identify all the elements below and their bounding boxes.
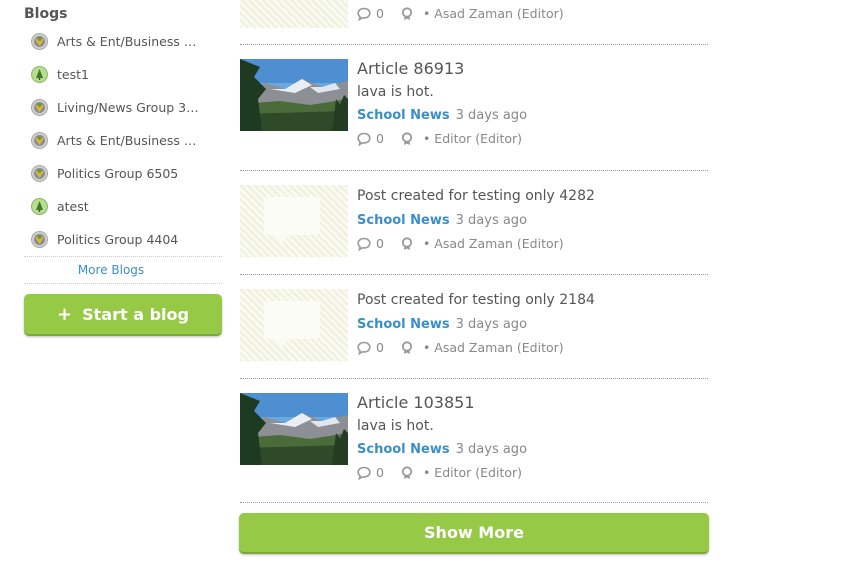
post-item: Article 86913 lava is hot. School News 3 … [240,59,708,159]
post-time: 3 days ago [455,317,528,332]
post-thumbnail-photo[interactable] [240,393,348,465]
post-category-link[interactable]: School News [357,442,450,457]
sidebar-blog-item[interactable]: Living/News Group 3… [31,97,221,117]
comment-count: 0 [376,6,384,21]
award-icon[interactable] [400,465,414,480]
comment-icon[interactable] [357,7,371,21]
award-icon[interactable] [400,340,414,355]
comment-count: 0 [376,465,384,480]
tree-badge-icon [31,65,48,83]
post-thumbnail-placeholder[interactable] [240,0,348,28]
sidebar-title: Blogs [24,6,68,22]
post-meta: School News 3 days ago [357,317,527,332]
post-thumbnail-placeholder[interactable] [240,185,348,257]
comment-icon[interactable] [357,466,371,480]
post-time: 3 days ago [455,213,528,228]
group-badge-icon [31,164,48,182]
post-title-link[interactable]: Article 103851 [357,393,475,412]
sidebar-blog-label: Politics Group 4404 [57,231,179,247]
comment-count: 0 [376,236,384,251]
sidebar-blog-label: Arts & Ent/Business … [57,132,197,148]
post-author: • Asad Zaman (Editor) [422,340,564,355]
post-author: • Asad Zaman (Editor) [422,6,564,21]
sidebar-blog-label: test1 [57,66,89,82]
sidebar-blog-item[interactable]: Politics Group 4404 [31,229,221,249]
comment-icon[interactable] [357,132,371,146]
post-item-partial: 0 • Asad Zaman (Editor) [240,0,708,44]
start-blog-label: Start a blog [82,304,189,324]
post-title-link[interactable]: Post created for testing only 2184 [357,292,595,308]
post-separator [240,378,708,379]
group-badge-icon [31,98,48,116]
post-stats: 0 • Asad Zaman (Editor) [357,236,564,251]
post-time: 3 days ago [455,442,528,457]
post-thumbnail-photo[interactable] [240,59,348,131]
post-item: Article 103851 lava is hot. School News 3… [240,393,708,493]
post-meta: School News 3 days ago [357,213,527,228]
group-badge-icon [31,32,48,50]
comment-count: 0 [376,340,384,355]
more-blogs-link[interactable]: More Blogs [24,263,198,277]
post-excerpt: lava is hot. [357,84,434,100]
post-separator [240,170,708,171]
tree-badge-icon [31,197,48,215]
post-author: • Editor (Editor) [422,131,523,146]
post-stats: 0 • Editor (Editor) [357,465,522,480]
sidebar-divider [24,283,222,284]
comment-icon[interactable] [357,341,371,355]
sidebar-blog-label: atest [57,198,89,214]
group-badge-icon [31,230,48,248]
post-category-link[interactable]: School News [357,213,450,228]
award-icon[interactable] [400,236,414,251]
post-category-link[interactable]: School News [357,317,450,332]
sidebar-blog-label: Arts & Ent/Business … [57,33,197,49]
award-icon[interactable] [400,6,414,21]
post-title-link[interactable]: Post created for testing only 4282 [357,188,595,204]
comment-icon[interactable] [357,237,371,251]
start-blog-button[interactable]: + Start a blog [24,294,222,336]
plus-icon: + [57,303,73,325]
post-meta: School News 3 days ago [357,108,527,123]
sidebar-divider [24,256,222,257]
award-icon[interactable] [400,131,414,146]
post-stats: 0 • Asad Zaman (Editor) [357,340,564,355]
post-stats: 0 • Asad Zaman (Editor) [357,6,564,21]
sidebar-blog-item[interactable]: Arts & Ent/Business … [31,31,221,51]
post-time: 3 days ago [455,108,528,123]
comment-count: 0 [376,131,384,146]
post-separator [240,274,708,275]
post-title-link[interactable]: Article 86913 [357,59,464,78]
sidebar-blog-item[interactable]: test1 [31,64,221,84]
sidebar-blog-label: Living/News Group 3… [57,99,199,115]
group-badge-icon [31,131,48,149]
post-excerpt: lava is hot. [357,418,434,434]
post-stats: 0 • Editor (Editor) [357,131,522,146]
sidebar-blog-item[interactable]: Politics Group 6505 [31,163,221,183]
sidebar-blog-item[interactable]: Arts & Ent/Business … [31,130,221,150]
post-item: Post created for testing only 2184 Schoo… [240,289,708,369]
post-separator [240,502,708,503]
post-thumbnail-placeholder[interactable] [240,289,348,361]
sidebar-blog-label: Politics Group 6505 [57,165,179,181]
show-more-button[interactable]: Show More [239,513,709,554]
post-separator [240,44,708,45]
post-meta: School News 3 days ago [357,442,527,457]
post-item: Post created for testing only 4282 Schoo… [240,185,708,265]
sidebar-blog-item[interactable]: atest [31,196,221,216]
post-category-link[interactable]: School News [357,108,450,123]
post-author: • Editor (Editor) [422,465,523,480]
post-author: • Asad Zaman (Editor) [422,236,564,251]
